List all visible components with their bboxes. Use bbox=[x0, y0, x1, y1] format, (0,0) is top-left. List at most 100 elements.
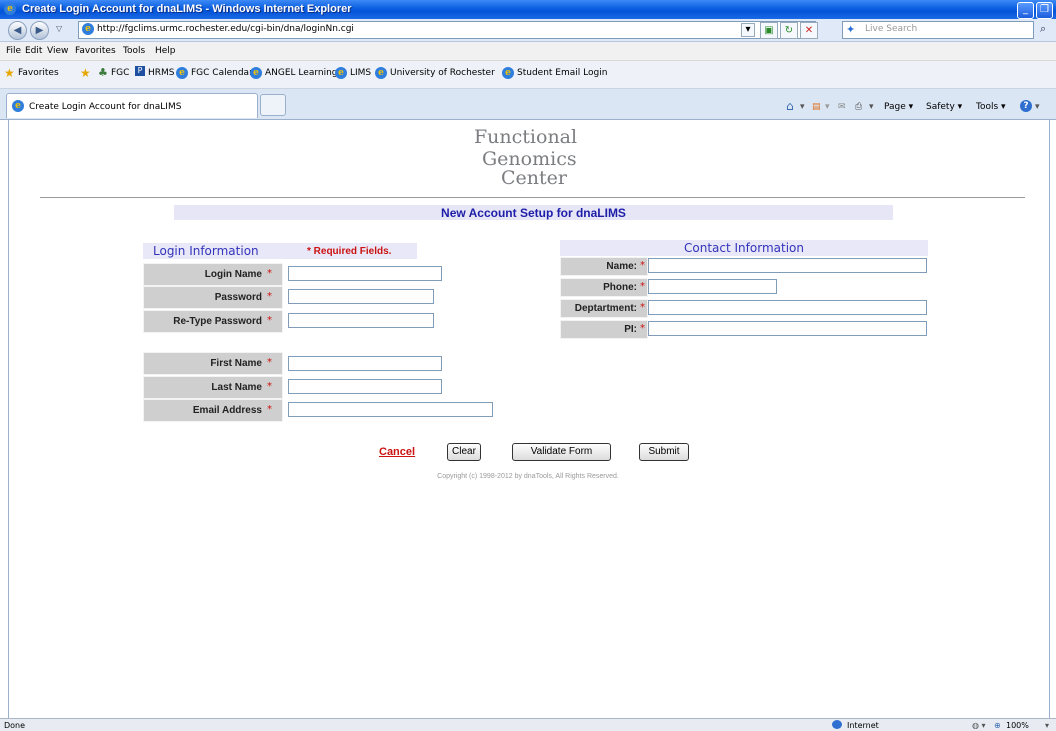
favorite-fgc[interactable]: FGC bbox=[111, 68, 129, 78]
pi-input[interactable] bbox=[648, 321, 927, 336]
required-mark: * bbox=[267, 357, 272, 368]
login-section-title: Login Information bbox=[153, 244, 259, 258]
favorite-fgc-calendar[interactable]: FGC Calendar bbox=[191, 68, 253, 78]
submit-button[interactable]: Submit bbox=[639, 443, 689, 461]
field-label: Deptartment: bbox=[574, 303, 637, 314]
field-label: Phone: bbox=[603, 282, 637, 293]
tab-bar: e Create Login Account for dnaLIMS ⌂ ▾ ▤… bbox=[0, 89, 1056, 120]
favorite-student-email-login[interactable]: Student Email Login bbox=[517, 68, 607, 78]
menu-file[interactable]: File bbox=[6, 46, 21, 56]
menu-bar: File Edit View Favorites Tools Help bbox=[0, 42, 1056, 61]
department-label-cell: Deptartment: * bbox=[560, 299, 648, 318]
required-mark: * bbox=[640, 323, 645, 334]
contact-section-title: Contact Information bbox=[684, 241, 804, 255]
required-mark: * bbox=[267, 291, 272, 302]
help-dropdown-icon[interactable]: ▾ bbox=[1035, 102, 1040, 112]
zoom-level[interactable]: 100% bbox=[1006, 721, 1029, 730]
back-button[interactable]: ◀ bbox=[8, 21, 27, 40]
window-title: Create Login Account for dnaLIMS - Windo… bbox=[22, 3, 352, 15]
page-icon: e bbox=[82, 23, 94, 35]
field-label: Email Address bbox=[192, 405, 262, 416]
minimize-button[interactable]: _ bbox=[1017, 2, 1034, 19]
department-input[interactable] bbox=[648, 300, 927, 315]
logo-line-1: Functional bbox=[474, 126, 578, 148]
maximize-button[interactable]: ❐ bbox=[1036, 2, 1053, 19]
required-mark: * bbox=[640, 302, 645, 313]
required-fields-note: * Required Fields. bbox=[307, 246, 392, 257]
internet-zone-icon bbox=[832, 720, 842, 729]
new-tab-button[interactable] bbox=[260, 94, 286, 116]
required-mark: * bbox=[267, 315, 272, 326]
contact-section-header: Contact Information bbox=[560, 240, 928, 256]
search-icon[interactable]: ⌕ bbox=[1040, 22, 1046, 36]
add-favorite-icon[interactable]: ★ bbox=[80, 66, 91, 80]
read-mail-icon[interactable]: ✉ bbox=[838, 102, 846, 112]
status-text: Done bbox=[4, 721, 26, 730]
zoom-dropdown-icon[interactable]: ▾ bbox=[1045, 721, 1049, 730]
favorites-button[interactable]: Favorites bbox=[18, 68, 59, 78]
field-label: Name: bbox=[606, 261, 637, 272]
tools-menu[interactable]: Tools ▾ bbox=[976, 102, 1006, 112]
menu-favorites[interactable]: Favorites bbox=[75, 46, 116, 56]
retype-password-input[interactable] bbox=[288, 313, 434, 328]
print-dropdown-icon[interactable]: ▾ bbox=[869, 102, 874, 112]
password-input[interactable] bbox=[288, 289, 434, 304]
field-label: PI: bbox=[624, 324, 637, 335]
validate-form-button[interactable]: Validate Form bbox=[512, 443, 611, 461]
login-name-input[interactable] bbox=[288, 266, 442, 281]
search-input[interactable]: ✦ Live Search bbox=[842, 21, 1034, 39]
ie-page-icon: e bbox=[502, 67, 514, 79]
required-mark: * bbox=[267, 404, 272, 415]
help-icon[interactable]: ? bbox=[1020, 100, 1032, 112]
zoom-icon[interactable]: ⊕ bbox=[994, 721, 1001, 730]
search-placeholder: Live Search bbox=[865, 24, 918, 34]
phone-label-cell: Phone: * bbox=[560, 278, 648, 297]
ie-page-icon: e bbox=[335, 67, 347, 79]
favorite-hrms[interactable]: HRMS bbox=[148, 68, 175, 78]
favorite-university-of-rochester[interactable]: University of Rochester bbox=[390, 68, 495, 78]
tab-label: Create Login Account for dnaLIMS bbox=[29, 102, 182, 112]
email-address-label-cell: Email Address * bbox=[143, 399, 283, 422]
favorites-star-icon: ★ bbox=[4, 66, 15, 80]
page-menu[interactable]: Page ▾ bbox=[884, 102, 913, 112]
required-mark: * bbox=[640, 260, 645, 271]
menu-help[interactable]: Help bbox=[155, 46, 176, 56]
forward-button[interactable]: ▶ bbox=[30, 21, 49, 40]
favorite-lims[interactable]: LIMS bbox=[350, 68, 371, 78]
first-name-input[interactable] bbox=[288, 356, 442, 371]
window-title-bar: e Create Login Account for dnaLIMS - Win… bbox=[0, 0, 1056, 19]
favorite-angel-learning[interactable]: ANGEL Learning bbox=[265, 68, 338, 78]
ie-page-icon: e bbox=[250, 67, 262, 79]
cancel-link[interactable]: Cancel bbox=[379, 446, 415, 458]
safety-menu[interactable]: Safety ▾ bbox=[926, 102, 962, 112]
home-icon[interactable]: ⌂ bbox=[786, 99, 794, 113]
feeds-icon[interactable]: ▤ bbox=[812, 102, 821, 112]
field-label: Last Name bbox=[211, 382, 262, 393]
home-dropdown-icon[interactable]: ▾ bbox=[800, 102, 805, 112]
retype-password-label-cell: Re-Type Password * bbox=[143, 310, 283, 333]
last-name-input[interactable] bbox=[288, 379, 442, 394]
refresh-icon[interactable]: ↻ bbox=[780, 22, 798, 39]
stop-icon[interactable]: ✕ bbox=[800, 22, 818, 39]
print-icon[interactable]: ⎙ bbox=[855, 102, 862, 112]
protected-mode-icon[interactable]: ◍ ▾ bbox=[972, 721, 986, 730]
url-text: http://fgclims.urmc.rochester.edu/cgi-bi… bbox=[97, 24, 354, 34]
phone-input[interactable] bbox=[648, 279, 777, 294]
menu-edit[interactable]: Edit bbox=[25, 46, 42, 56]
status-bar: Done Internet ◍ ▾ ⊕ 100% ▾ bbox=[0, 718, 1056, 731]
contact-name-input[interactable] bbox=[648, 258, 927, 273]
url-input[interactable]: e http://fgclims.urmc.rochester.edu/cgi-… bbox=[78, 21, 816, 39]
recent-pages-dropdown-icon[interactable]: ▽ bbox=[56, 24, 62, 33]
login-section-header: Login Information * Required Fields. bbox=[143, 243, 417, 259]
address-dropdown-icon[interactable]: ▾ bbox=[741, 23, 755, 37]
compatibility-view-icon[interactable]: ▣ bbox=[760, 22, 778, 39]
menu-tools[interactable]: Tools bbox=[123, 46, 145, 56]
clear-button[interactable]: Clear bbox=[447, 443, 481, 461]
feeds-dropdown-icon[interactable]: ▾ bbox=[825, 102, 830, 112]
email-address-input[interactable] bbox=[288, 402, 493, 417]
tab-create-login-account[interactable]: e Create Login Account for dnaLIMS bbox=[6, 93, 258, 118]
required-mark: * bbox=[640, 281, 645, 292]
field-label: Password bbox=[214, 292, 262, 303]
menu-view[interactable]: View bbox=[47, 46, 68, 56]
favorites-bar: ★ Favorites ★ ♣ FGC P HRMS e FGC Calenda… bbox=[0, 61, 1056, 89]
